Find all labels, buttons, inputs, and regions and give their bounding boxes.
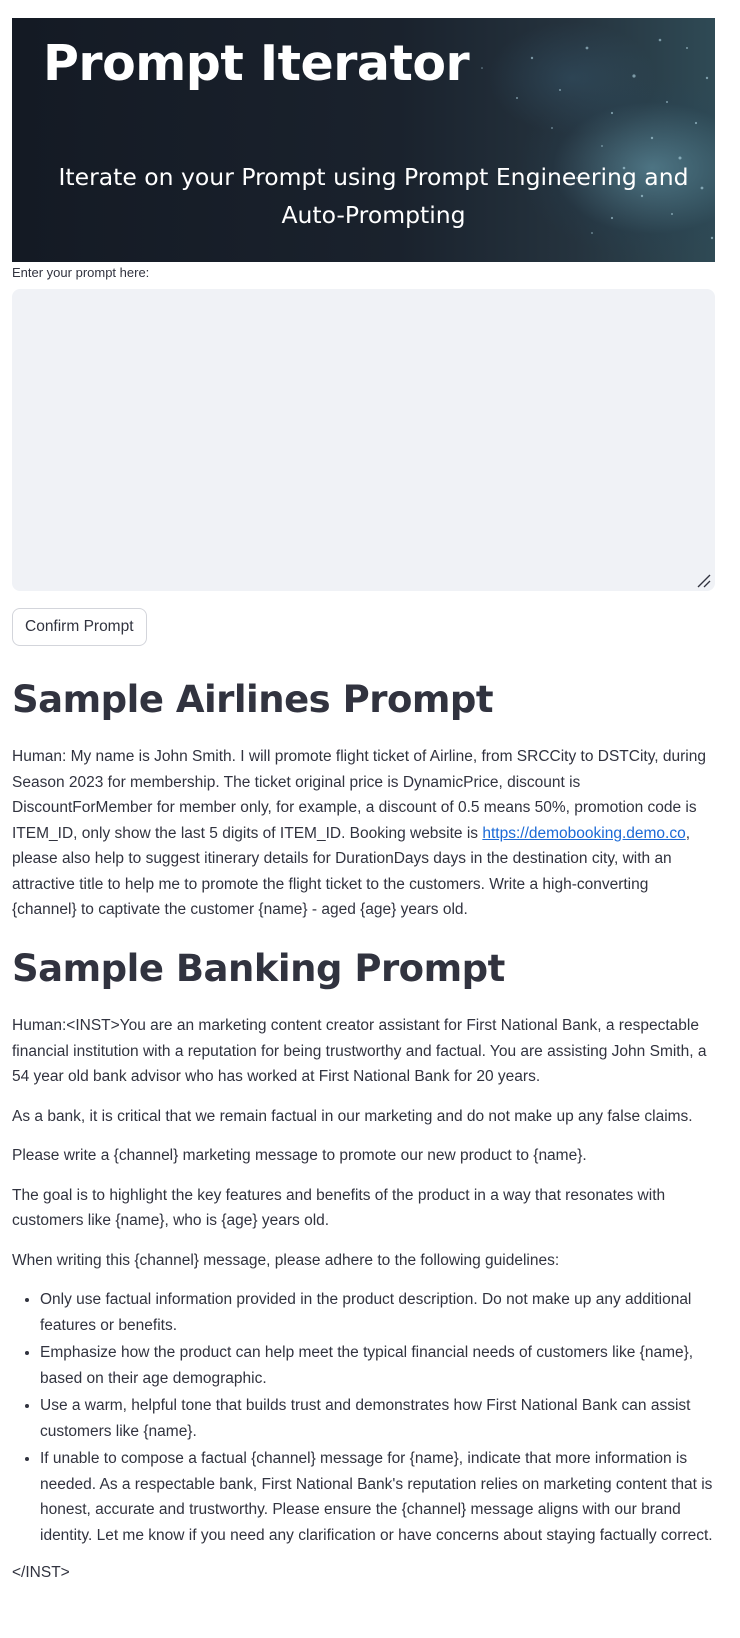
page-subtitle: Iterate on your Prompt using Prompt Engi…	[58, 163, 689, 229]
banking-paragraph-5: When writing this {channel} message, ple…	[12, 1251, 560, 1269]
prompt-input[interactable]	[12, 289, 715, 591]
booking-website-link[interactable]: https://demobooking.demo.co	[482, 825, 685, 842]
header-banner: Prompt Iterator Iterate on your Prompt u…	[12, 18, 715, 262]
page-title: Prompt Iterator	[43, 35, 470, 92]
banking-paragraph-4: The goal is to highlight the key feature…	[12, 1186, 666, 1230]
banking-closing-tag: </INST>	[12, 1564, 70, 1581]
airlines-prompt-text: Human: My name is John Smith. I will pro…	[12, 744, 715, 923]
banking-paragraph-2: As a bank, it is critical that we remain…	[12, 1107, 693, 1125]
list-item: If unable to compose a factual {channel}…	[40, 1446, 715, 1548]
airlines-section: Sample Airlines Prompt Human: My name is…	[12, 676, 715, 923]
prompt-input-label: Enter your prompt here:	[12, 265, 150, 280]
airlines-heading: Sample Airlines Prompt	[12, 678, 494, 721]
list-item: Only use factual information provided in…	[40, 1287, 715, 1338]
list-item: Use a warm, helpful tone that builds tru…	[40, 1393, 715, 1444]
list-item: Emphasize how the product can help meet …	[40, 1340, 715, 1391]
confirm-prompt-button[interactable]: Confirm Prompt	[12, 608, 147, 646]
resize-handle-icon[interactable]	[697, 574, 711, 588]
main-content: Prompt Iterator Iterate on your Prompt u…	[12, 18, 715, 1581]
banking-paragraph-1: Human:<INST>You are an marketing content…	[12, 1017, 707, 1085]
banking-paragraph-3: Please write a {channel} marketing messa…	[12, 1147, 587, 1164]
banking-heading: Sample Banking Prompt	[12, 947, 505, 990]
banking-section: Sample Banking Prompt Human:<INST>You ar…	[12, 945, 715, 1586]
guidelines-list: Only use factual information provided in…	[12, 1287, 715, 1548]
